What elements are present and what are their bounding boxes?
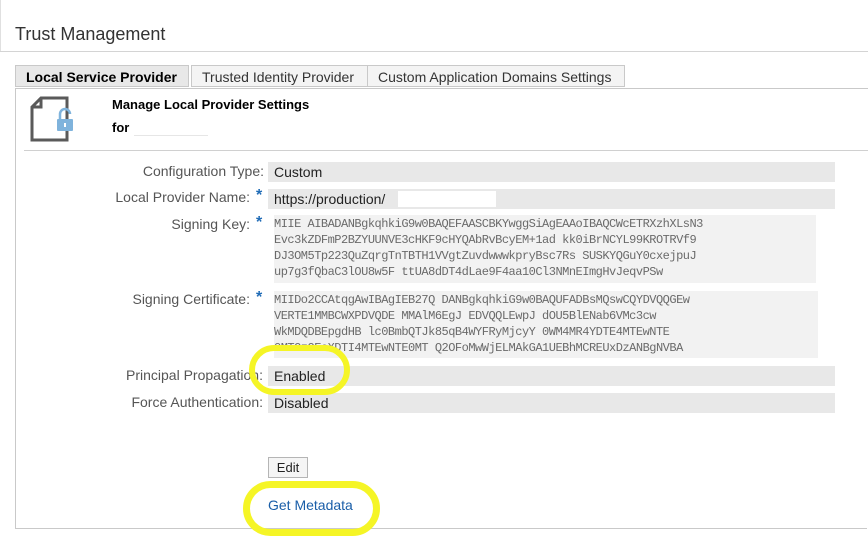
page-title: Trust Management [15, 24, 166, 44]
signing-key-field[interactable]: MIIE AIBADANBgkqhkiG9w0BAQEFAASCBKYwggSi… [268, 215, 835, 283]
local-provider-name-value: https://production/ [268, 189, 835, 209]
signing-key-line: MIIE AIBADANBgkqhkiG9w0BAQEFAASCBKYwggSi… [274, 217, 703, 231]
principal-propagation-label: Principal Propagation: [126, 367, 263, 383]
settings-header-for: for [112, 120, 130, 135]
highlight-get-metadata [243, 481, 380, 536]
signing-certificate-line: VERTE1MMBCWXPDVQDE MMAlM6EgJ EDVQQLEwpJ … [274, 309, 656, 323]
configuration-type-label: Configuration Type: [142, 163, 264, 179]
signing-certificate-label: Signing Certificate: [132, 291, 250, 307]
principal-propagation-value: Enabled [268, 366, 835, 386]
redaction [818, 291, 835, 358]
signing-key-line: DJ3OM5Tp223QuZqrgTnTBTH1VVgtZuvdwwwkpryB… [274, 249, 697, 263]
title-divider [0, 51, 868, 52]
required-marker: * [256, 289, 263, 306]
force-authentication-value: Disabled [268, 393, 835, 413]
local-provider-name-label: Local Provider Name: [115, 189, 250, 205]
local-provider-name-text: https://production/ [274, 191, 386, 207]
lock-document-icon [30, 96, 73, 142]
left-border [0, 0, 1, 52]
configuration-type-value: Custom [268, 162, 835, 182]
highlight-principal-propagation [249, 345, 350, 395]
signing-key-label: Signing Key: [171, 216, 250, 232]
redaction [816, 215, 835, 283]
required-marker: * [256, 187, 263, 204]
tab-local-service-provider[interactable]: Local Service Provider [15, 65, 189, 87]
tab-trusted-identity-provider[interactable]: Trusted Identity Provider [191, 65, 381, 87]
signing-key-line: Evc3kZDFmP2BZYUUNVE3cHKF9cHYQAbRvBcyEM+1… [274, 233, 697, 247]
signing-certificate-field[interactable]: MIIDo2CCAtqgAwIBAgIEB27Q DANBgkqhkiG9w0B… [268, 291, 835, 358]
redacted-provider-suffix [398, 191, 496, 207]
edit-button[interactable]: Edit [268, 457, 308, 478]
signing-certificate-line: MIIDo2CCAtqgAwIBAgIEB27Q DANBgkqhkiG9w0B… [274, 293, 690, 307]
tab-custom-application-domains-settings[interactable]: Custom Application Domains Settings [367, 65, 625, 87]
signing-certificate-line: WkMDQDBEpgdHB lc0BmbQTJk85qB4WYFRyMjcyY … [274, 325, 670, 339]
required-marker: * [256, 214, 263, 231]
signing-key-line: up7g3fQbaC3lOU8w5F ttUA8dDT4dLae9F4aa10C… [274, 265, 663, 279]
force-authentication-label: Force Authentication: [131, 394, 263, 410]
settings-header-title: Manage Local Provider Settings [112, 97, 310, 112]
redaction [268, 215, 274, 283]
header-divider [24, 150, 868, 151]
redacted-tenant-name [134, 119, 208, 136]
